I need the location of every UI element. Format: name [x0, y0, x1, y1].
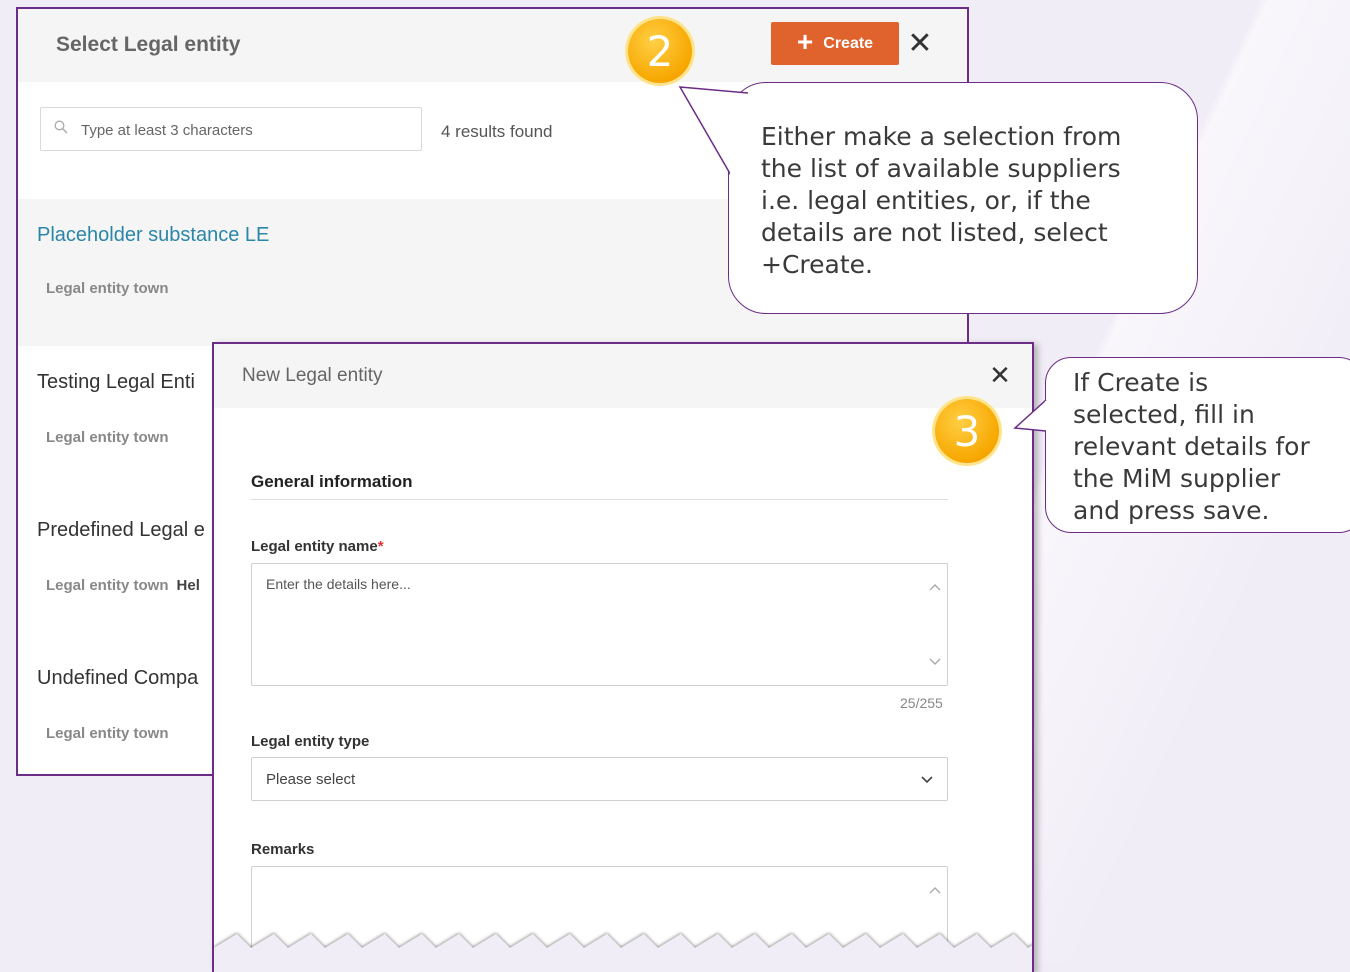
legal-entity-town: Legal entity town	[46, 725, 177, 742]
legal-entity-name-field[interactable]	[251, 563, 948, 686]
legal-entity-type-select[interactable]: Please select	[251, 757, 948, 801]
character-counter: 25/255	[900, 695, 943, 711]
new-legal-entity-dialog: New Legal entity ✕ General information L…	[212, 342, 1034, 972]
callout-step-2-text: Either make a selection from the list of…	[761, 122, 1122, 279]
legal-entity-name[interactable]: Undefined Compa	[37, 667, 198, 690]
search-input[interactable]	[79, 118, 413, 142]
callout-pointer	[1013, 399, 1051, 432]
legal-entity-town: Legal entity town Hel	[46, 577, 200, 594]
town-value: Hel	[176, 577, 200, 594]
town-label: Legal entity town	[46, 280, 169, 297]
label-text: Legal entity name	[251, 538, 378, 555]
search-box	[40, 107, 422, 151]
plus-icon: +	[796, 26, 814, 57]
callout-step-2: Either make a selection from the list of…	[728, 82, 1198, 314]
legal-entity-name[interactable]: Placeholder substance LE	[37, 224, 269, 247]
create-button[interactable]: + Create	[771, 22, 899, 65]
callout-step-3-text: If Create is selected, fill in relevant …	[1073, 368, 1310, 525]
close-icon[interactable]: ✕	[986, 358, 1014, 392]
step-3-badge: 3	[935, 399, 999, 463]
legal-entity-town: Legal entity town	[46, 280, 177, 297]
scroll-down-icon[interactable]	[929, 655, 941, 667]
legal-entity-town: Legal entity town	[46, 429, 177, 446]
dialog-title: Select Legal entity	[56, 33, 241, 56]
callout-step-3: If Create is selected, fill in relevant …	[1045, 357, 1350, 533]
town-label: Legal entity town	[46, 577, 169, 594]
legal-entity-name-label: Legal entity name*	[251, 538, 384, 555]
dialog-header: New Legal entity ✕	[214, 344, 1032, 408]
remarks-label: Remarks	[251, 841, 315, 858]
create-button-label: Create	[823, 34, 874, 52]
section-title: General information	[251, 472, 413, 491]
close-icon[interactable]: ✕	[905, 27, 935, 61]
select-value: Please select	[266, 771, 356, 788]
legal-entity-name[interactable]: Testing Legal Enti	[37, 371, 195, 394]
results-count: 4 results found	[441, 122, 553, 141]
required-marker: *	[377, 538, 384, 555]
search-icon	[54, 120, 68, 134]
town-label: Legal entity town	[46, 429, 169, 446]
dialog-title: New Legal entity	[242, 365, 383, 386]
dialog-header: Select Legal entity + Create ✕	[18, 9, 967, 82]
step-2-badge: 2	[628, 19, 692, 83]
chevron-down-icon	[921, 776, 933, 784]
legal-entity-type-label: Legal entity type	[251, 733, 370, 750]
scroll-up-icon[interactable]	[929, 582, 941, 594]
callout-pointer	[678, 86, 749, 182]
legal-entity-name[interactable]: Predefined Legal e	[37, 519, 205, 542]
section-divider	[251, 499, 948, 500]
torn-edge	[214, 934, 1032, 972]
town-label: Legal entity town	[46, 725, 169, 742]
scroll-up-icon[interactable]	[929, 885, 941, 897]
